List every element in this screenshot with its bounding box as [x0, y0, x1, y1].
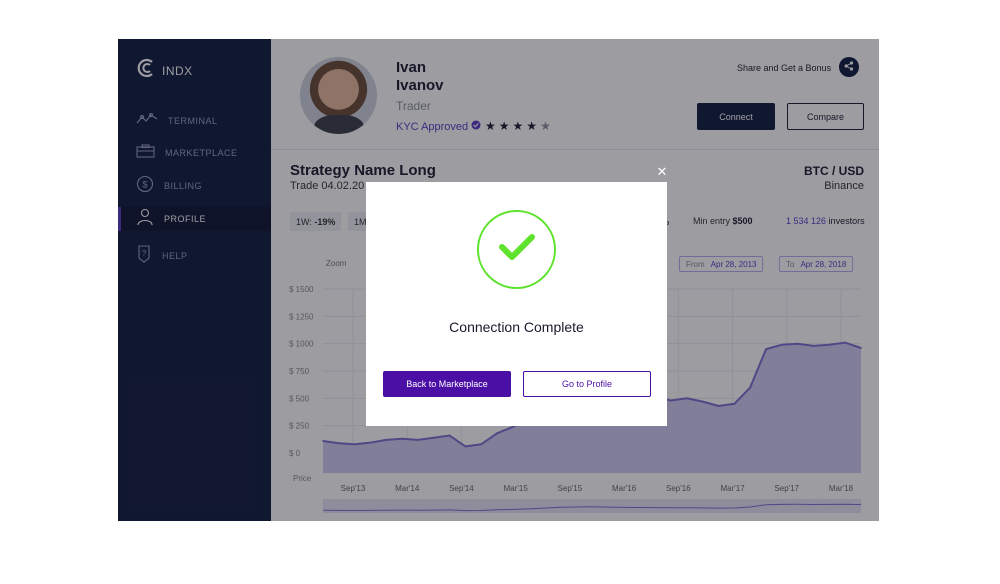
checkmark-icon	[498, 233, 535, 266]
close-icon[interactable]: ✕	[655, 165, 669, 179]
app-window: INDX TERMINAL MARKETPLACE $ BILLING PROF…	[118, 39, 879, 521]
back-to-marketplace-button[interactable]: Back to Marketplace	[383, 371, 511, 397]
go-to-profile-button[interactable]: Go to Profile	[523, 371, 651, 397]
connection-modal: Connection Complete Back to Marketplace …	[366, 182, 667, 426]
success-ring	[477, 210, 556, 289]
modal-title: Connection Complete	[449, 319, 584, 335]
